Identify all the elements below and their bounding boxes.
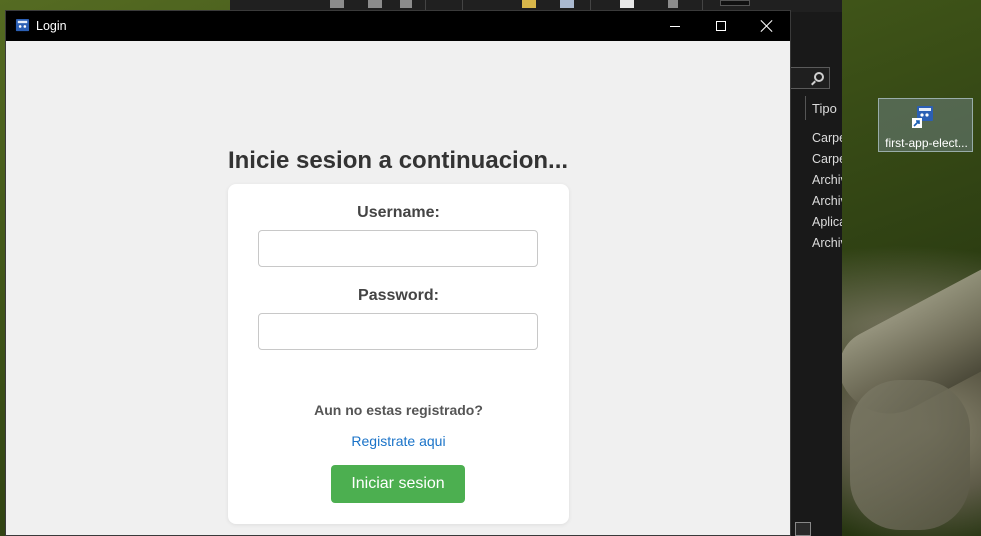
ribbon-separator <box>425 0 426 10</box>
username-field[interactable] <box>258 230 538 267</box>
shortcut-label: first-app-elect... <box>885 136 968 150</box>
wallpaper-branch-lower <box>850 380 970 530</box>
register-link[interactable]: Registrate aqui <box>228 433 569 449</box>
file-type-item[interactable]: Archiv <box>812 193 842 214</box>
login-window: Login Inicie sesion a continuacion... Us… <box>5 10 791 536</box>
minimize-button[interactable] <box>652 11 698 41</box>
column-header-type[interactable]: Tipo <box>812 101 837 116</box>
file-type-item[interactable]: Carpe <box>812 151 842 172</box>
electron-app-icon <box>15 18 30 32</box>
ribbon-separator <box>702 0 703 10</box>
file-type-item[interactable]: Carpe <box>812 130 842 151</box>
register-prompt: Aun no estas registrado? <box>314 402 483 418</box>
file-type-item[interactable]: Archiv <box>812 172 842 193</box>
properties-icon[interactable] <box>560 0 574 8</box>
ribbon-separator <box>590 0 591 10</box>
view-icon[interactable] <box>330 0 344 8</box>
column-divider[interactable] <box>805 96 806 120</box>
password-label: Password: <box>358 287 439 304</box>
login-button[interactable]: Iniciar sesion <box>331 465 465 503</box>
folder-icon[interactable] <box>522 0 536 8</box>
login-content: Inicie sesion a continuacion... Username… <box>6 41 790 536</box>
login-form: Username: Password: Aun no estas registr… <box>228 184 569 524</box>
close-button[interactable] <box>744 11 790 41</box>
title-bar[interactable]: Login <box>6 11 790 41</box>
minimize-icon <box>670 25 680 27</box>
pane-icon[interactable] <box>720 0 750 6</box>
file-type-item[interactable]: Archiv <box>812 235 842 256</box>
edit-icon[interactable] <box>668 0 678 8</box>
search-input[interactable] <box>790 67 830 89</box>
details-view-icon[interactable] <box>795 522 811 536</box>
maximize-icon <box>716 21 726 31</box>
electron-app-icon <box>912 106 933 128</box>
page-title: Inicie sesion a continuacion... <box>227 147 569 174</box>
search-icon <box>814 72 824 82</box>
view-icon[interactable] <box>368 0 382 8</box>
select-icon[interactable] <box>620 0 634 8</box>
desktop-shortcut[interactable]: first-app-elect... <box>878 98 973 152</box>
window-title: Login <box>36 19 67 33</box>
view-toggle <box>795 522 842 536</box>
close-icon <box>761 20 773 32</box>
ribbon-separator <box>462 0 463 10</box>
file-type-item[interactable]: Aplica <box>812 214 842 235</box>
maximize-button[interactable] <box>698 11 744 41</box>
username-label: Username: <box>357 204 440 221</box>
file-icon[interactable] <box>400 0 412 8</box>
password-field[interactable] <box>258 313 538 350</box>
file-type-list: CarpeCarpeArchivArchivAplicaArchiv <box>812 130 842 256</box>
